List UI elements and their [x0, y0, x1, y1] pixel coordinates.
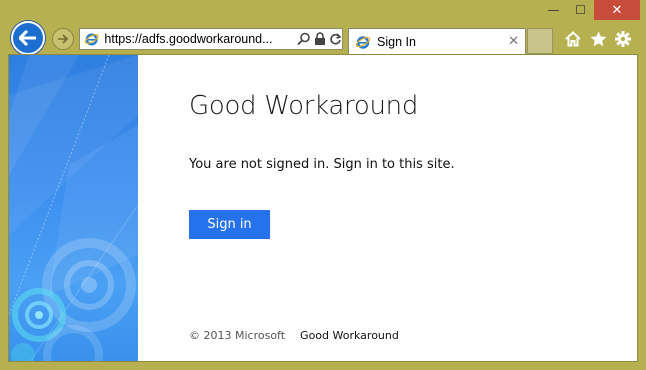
back-arrow-icon [19, 30, 36, 46]
tab-title: Sign In [377, 34, 416, 49]
maximize-button[interactable]: ☐ [567, 0, 594, 20]
address-text[interactable]: https://adfs.goodworkaround... [104, 32, 293, 46]
tab-close-icon[interactable]: ✕ [508, 34, 519, 49]
address-bar[interactable]: https://adfs.goodworkaround... [79, 28, 343, 50]
illustration-panel [9, 55, 138, 361]
sign-in-panel: Good Workaround You are not signed in. S… [138, 55, 637, 361]
browser-window: — ☐ ✕ https://adfs.goodworkaround... Sig… [0, 0, 646, 370]
footer-org-link[interactable]: Good Workaround [300, 329, 399, 342]
caption-buttons: — ☐ ✕ [540, 0, 640, 22]
ie-logo-icon [355, 35, 371, 49]
forward-button[interactable] [52, 28, 74, 50]
copyright-text: © 2013 Microsoft [189, 329, 286, 342]
home-icon [565, 31, 581, 47]
status-message: You are not signed in. Sign in to this s… [189, 157, 455, 172]
new-tab-button[interactable] [527, 28, 553, 54]
favorites-star-icon [590, 31, 606, 47]
illustration-graphic [9, 55, 138, 361]
tools-button[interactable] [613, 29, 633, 49]
ie-logo-icon [84, 33, 99, 46]
close-window-button[interactable]: ✕ [594, 0, 640, 20]
search-icon[interactable] [297, 32, 311, 46]
minimize-button[interactable]: — [540, 0, 567, 20]
favorites-button[interactable] [588, 29, 608, 49]
tab-sign-in[interactable]: Sign In ✕ [348, 28, 526, 54]
home-button[interactable] [563, 29, 583, 49]
back-button[interactable] [11, 21, 45, 55]
footer: © 2013 Microsoft Good Workaround [189, 329, 399, 342]
refresh-icon[interactable] [329, 32, 342, 46]
forward-arrow-icon [58, 34, 69, 44]
page-viewport: Good Workaround You are not signed in. S… [8, 54, 638, 362]
settings-gear-icon [615, 31, 631, 47]
page-title: Good Workaround [189, 91, 419, 121]
lock-icon[interactable] [314, 32, 326, 46]
sign-in-button[interactable]: Sign in [189, 210, 270, 239]
